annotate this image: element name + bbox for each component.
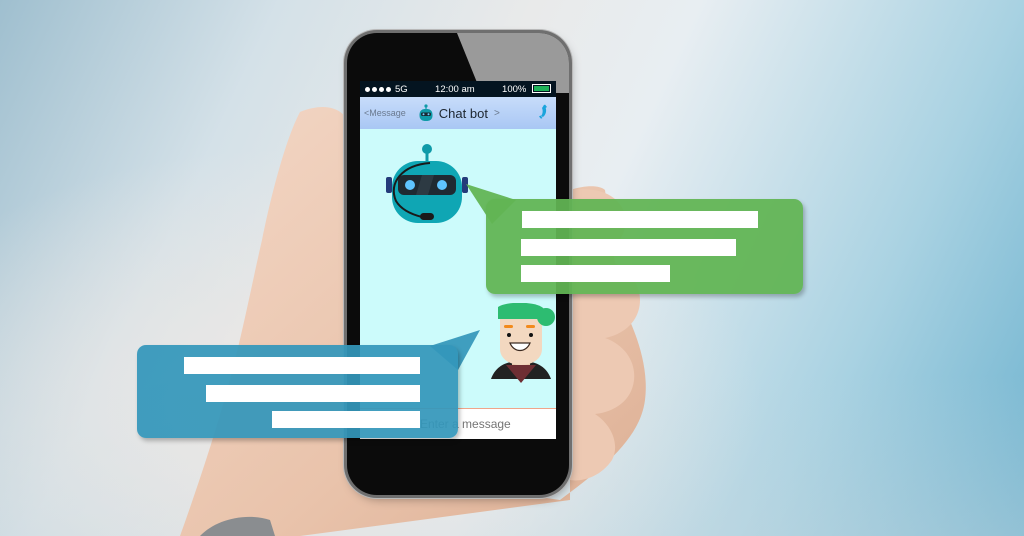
message-text-line <box>272 411 420 428</box>
message-text-line <box>184 357 420 374</box>
chat-header: <Message Chat bot > <box>360 97 556 129</box>
robot-avatar <box>386 144 468 223</box>
battery-icon <box>531 84 551 94</box>
message-text-line <box>206 385 420 402</box>
chat-title[interactable]: Chat bot > <box>416 103 500 123</box>
chat-title-text: Chat bot <box>438 105 488 121</box>
carrier-label: 5G <box>395 83 408 95</box>
signal-indicator: 5G <box>365 84 408 95</box>
user-message-bubble <box>137 345 458 438</box>
signal-dot-icon <box>372 86 377 92</box>
signal-dot-icon <box>379 86 384 92</box>
signal-dot-icon <box>365 86 370 92</box>
battery-percent: 100% <box>502 83 527 95</box>
message-text-line <box>522 211 758 228</box>
message-text-line <box>521 239 736 256</box>
clock: 12:00 am <box>435 83 475 95</box>
phone-call-icon[interactable] <box>534 103 548 124</box>
chevron-right-icon: > <box>493 107 500 119</box>
user-avatar <box>491 303 555 383</box>
signal-dot-icon <box>386 86 391 92</box>
message-text-line <box>521 265 670 282</box>
bot-message-bubble <box>486 199 803 294</box>
robot-icon <box>419 104 433 121</box>
status-bar: 5G 12:00 am 100% <box>360 81 556 97</box>
back-to-messages-link[interactable]: <Message <box>364 108 406 118</box>
battery-indicator: 100% <box>502 84 551 95</box>
